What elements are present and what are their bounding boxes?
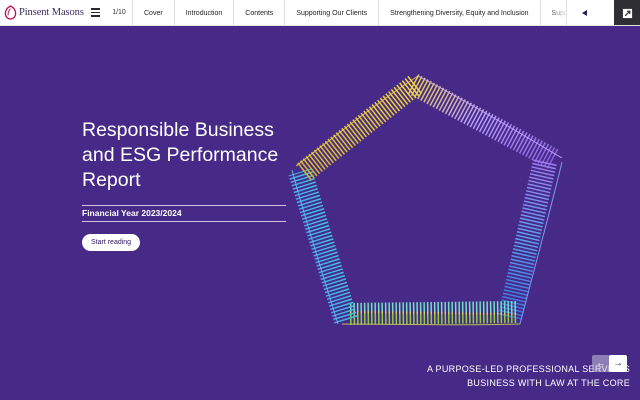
divider — [82, 221, 286, 222]
pinsent-masons-logo-icon — [4, 5, 17, 20]
arrow-left-icon: ← — [596, 358, 606, 369]
expand-icon — [622, 8, 632, 18]
next-page-button[interactable]: → — [609, 355, 627, 372]
arrow-right-icon: → — [613, 358, 623, 369]
triangle-left-icon — [582, 10, 587, 16]
hamburger-icon[interactable] — [84, 0, 106, 25]
pentagon-ribbon-artwork — [288, 74, 563, 326]
section-tabs: Cover Introduction Contents Supporting O… — [132, 0, 640, 25]
start-reading-button[interactable]: Start reading — [82, 234, 141, 251]
tab-cover[interactable]: Cover — [132, 0, 174, 25]
previous-page-button[interactable]: ← — [592, 355, 610, 372]
expand-button[interactable] — [614, 0, 640, 25]
tabs-scroll-prev-button[interactable] — [566, 0, 602, 25]
tab-supporting-our-clients[interactable]: Supporting Our Clients — [284, 0, 378, 25]
tab-strengthening-dei[interactable]: Strengthening Diversity, Equity and Incl… — [378, 0, 539, 25]
tab-introduction[interactable]: Introduction — [173, 0, 234, 25]
page-title: Responsible Business and ESG Performance… — [82, 119, 279, 191]
divider — [82, 205, 286, 206]
brand-name: Pinsent Masons — [19, 7, 84, 18]
tab-contents[interactable]: Contents — [233, 0, 284, 25]
brand-logo[interactable]: Pinsent Masons — [0, 0, 84, 25]
page-counter: 1/10 — [112, 9, 126, 16]
tagline-line-2: BUSINESS WITH LAW AT THE CORE — [467, 378, 630, 388]
financial-year-subtitle: Financial Year 2023/2024 — [82, 208, 182, 218]
top-nav-bar: Pinsent Masons 1/10 Cover Introduction C… — [0, 0, 640, 26]
